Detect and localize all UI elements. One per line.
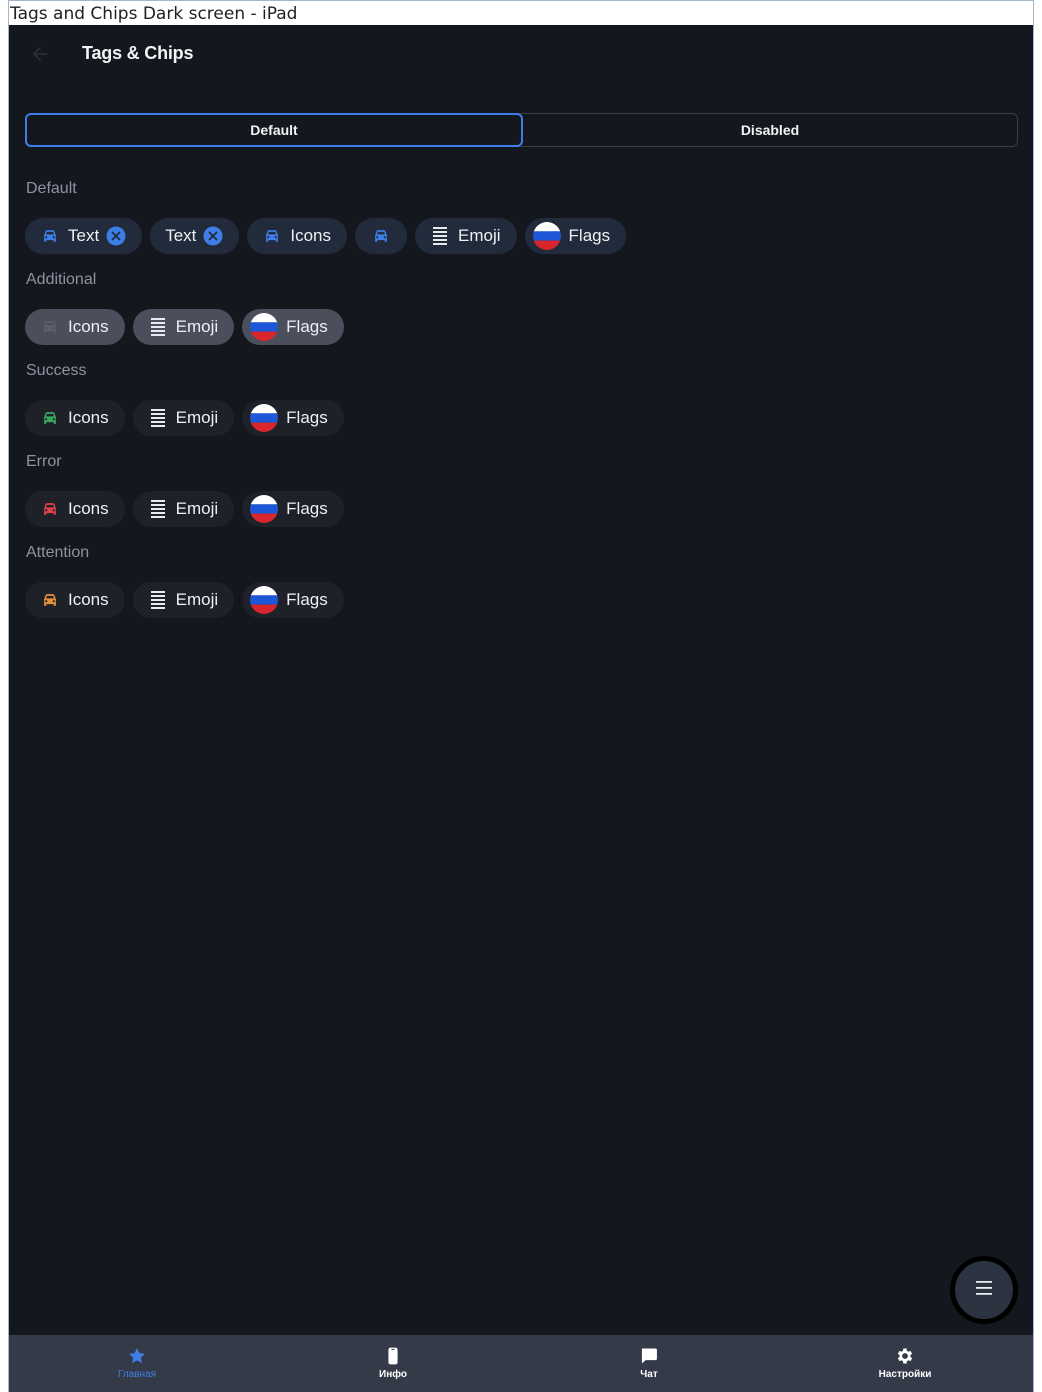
chip-label: Flags <box>286 590 328 609</box>
chip-flags[interactable]: Flags <box>242 400 344 436</box>
russia-flag-icon <box>532 222 561 250</box>
phone-icon <box>382 1345 404 1367</box>
chat-icon <box>638 1345 660 1367</box>
chip-label: Flags <box>286 499 328 518</box>
nav-label: Чат <box>640 1369 658 1380</box>
chip-label: Icons <box>290 226 332 245</box>
section-title-error: Error <box>26 453 62 470</box>
gear-icon <box>894 1345 916 1367</box>
section-title-success: Success <box>26 362 87 379</box>
chip-label: Emoji <box>175 590 219 609</box>
close-circle-icon[interactable] <box>203 226 223 246</box>
chip-row-default: Text Text Icons Emoji Flags <box>25 218 627 254</box>
star-icon <box>126 1345 148 1367</box>
chip-emoji[interactable]: Emoji <box>132 400 235 436</box>
back-arrow-icon[interactable] <box>29 43 51 65</box>
car-icon <box>262 226 282 246</box>
chip-label: Emoji <box>175 408 219 427</box>
app-screen: Tags & Chips Default Disabled Default Te… <box>8 25 1034 1392</box>
nav-item-info[interactable]: Инфо <box>265 1335 521 1392</box>
nav-item-home[interactable]: Главная <box>9 1335 265 1392</box>
nav-label: Настройки <box>878 1369 932 1380</box>
car-icon <box>40 499 60 519</box>
chip-label: Emoji <box>175 499 219 518</box>
chip-emoji[interactable]: Emoji <box>132 491 235 527</box>
chip-icons[interactable]: Icons <box>247 218 348 254</box>
menu-list-icon <box>148 317 168 337</box>
chip-flags[interactable]: Flags <box>242 309 344 345</box>
chip-label: Flags <box>286 317 328 336</box>
section-title-default: Default <box>26 180 77 197</box>
chip-emoji[interactable]: Emoji <box>415 218 517 254</box>
chip-flags[interactable]: Flags <box>242 491 344 527</box>
chip-icons[interactable]: Icons <box>25 400 125 436</box>
segmented-control: Default Disabled <box>25 113 1018 147</box>
car-icon <box>40 408 60 428</box>
chip-flags[interactable]: Flags <box>524 218 627 254</box>
chip-icons[interactable]: Icons <box>25 309 125 345</box>
chip-emoji[interactable]: Emoji <box>132 309 235 345</box>
chip-label: Text <box>68 226 100 245</box>
chip-icons[interactable]: Icons <box>25 491 125 527</box>
russia-flag-icon <box>250 404 279 432</box>
chip-label: Emoji <box>175 317 219 336</box>
chip-row-additional: Icons Emoji Flags <box>25 309 344 345</box>
car-icon <box>40 590 60 610</box>
menu-list-icon <box>430 226 450 246</box>
section-title-attention: Attention <box>26 544 90 561</box>
close-circle-icon[interactable] <box>106 226 126 246</box>
segment-default[interactable]: Default <box>25 113 523 147</box>
chip-label: Icons <box>68 408 109 427</box>
menu-icon <box>975 1280 993 1301</box>
nav-item-chat[interactable]: Чат <box>521 1335 777 1392</box>
section-title-additional: Additional <box>26 271 97 288</box>
segment-disabled[interactable]: Disabled <box>523 114 1017 146</box>
car-icon <box>371 226 391 246</box>
page-title: Tags & Chips <box>82 43 194 63</box>
chip-icons[interactable]: Icons <box>25 582 125 618</box>
app-bar: Tags & Chips <box>9 25 1033 85</box>
car-icon <box>40 317 60 337</box>
chip-label: Emoji <box>458 226 501 245</box>
chip-text-closable[interactable]: Text <box>150 218 240 254</box>
menu-list-icon <box>148 499 168 519</box>
chip-row-error: Icons Emoji Flags <box>25 491 344 527</box>
nav-label: Главная <box>117 1369 157 1380</box>
menu-list-icon <box>148 590 168 610</box>
chip-label: Text <box>165 226 197 245</box>
chip-label: Flags <box>286 408 328 427</box>
nav-label: Инфо <box>379 1369 407 1380</box>
chip-row-attention: Icons Emoji Flags <box>25 582 344 618</box>
chip-label: Flags <box>568 226 611 245</box>
russia-flag-icon <box>250 313 279 341</box>
chip-icon-only[interactable] <box>355 218 408 254</box>
chip-row-success: Icons Emoji Flags <box>25 400 344 436</box>
chip-emoji[interactable]: Emoji <box>132 582 235 618</box>
chip-label: Icons <box>68 590 109 609</box>
chip-label: Icons <box>68 317 109 336</box>
russia-flag-icon <box>250 586 279 614</box>
bottom-navigation: Главная Инфо Чат Настройки <box>9 1335 1033 1392</box>
russia-flag-icon <box>250 495 279 523</box>
menu-fab-button[interactable] <box>950 1256 1018 1324</box>
nav-item-settings[interactable]: Настройки <box>777 1335 1033 1392</box>
window-title: Tags and Chips Dark screen - iPad <box>8 0 1034 25</box>
chip-label: Icons <box>68 499 109 518</box>
chip-flags[interactable]: Flags <box>242 582 344 618</box>
car-icon <box>40 226 60 246</box>
menu-list-icon <box>148 408 168 428</box>
chip-text-closable[interactable]: Text <box>25 218 143 254</box>
